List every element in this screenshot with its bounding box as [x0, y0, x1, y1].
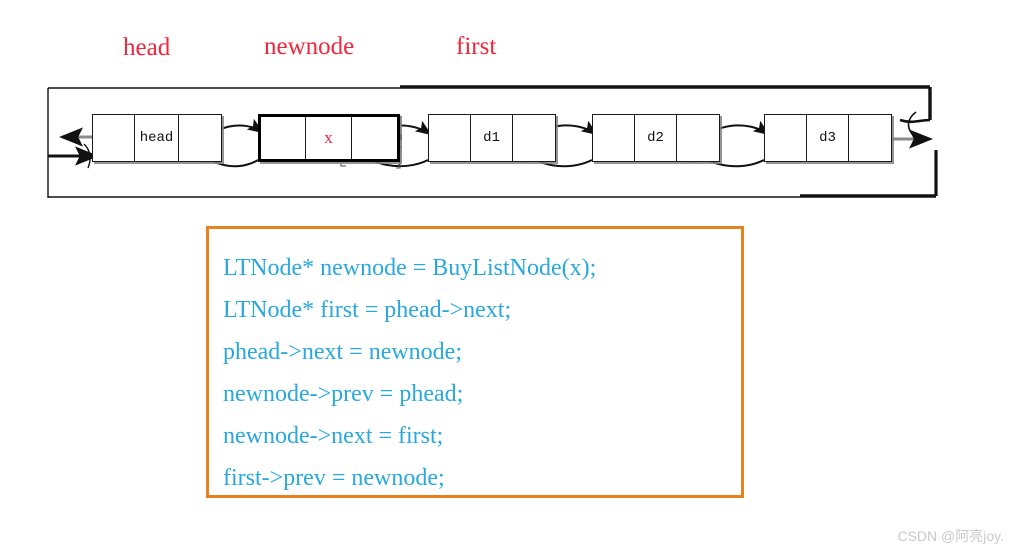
tail-to-head-link	[48, 143, 99, 169]
node-data-cell: x	[306, 117, 353, 159]
node-data-cell: d1	[471, 115, 514, 161]
node-next-cell	[677, 115, 719, 161]
linked-list-diagram: head x d1 d2 d3	[0, 0, 1018, 215]
list-node-newnode: x	[258, 114, 400, 162]
code-line: newnode->next = first;	[223, 423, 444, 449]
node-data-cell: head	[135, 115, 179, 161]
node-data-cell: d2	[635, 115, 678, 161]
code-line: phead->next = newnode;	[223, 339, 462, 365]
node-next-cell	[352, 117, 397, 159]
node-next-cell	[849, 115, 891, 161]
node-prev-cell	[261, 117, 306, 159]
watermark: CSDN @阿亮joy.	[897, 528, 1004, 544]
node-next-cell	[179, 115, 221, 161]
node-next-cell	[513, 115, 555, 161]
code-block: LTNode* newnode = BuyListNode(x); LTNode…	[206, 226, 744, 498]
diagram-canvas	[47, 85, 938, 198]
node-prev-cell	[93, 115, 136, 161]
node-prev-cell	[429, 115, 471, 161]
code-line: newnode->prev = phead;	[223, 381, 464, 407]
code-line: LTNode* first = phead->next;	[223, 297, 512, 323]
node-prev-cell	[765, 115, 807, 161]
list-node-d1: d1	[428, 114, 556, 162]
code-line: first->prev = newnode;	[223, 465, 445, 491]
node-prev-cell	[593, 115, 635, 161]
list-node-d2: d2	[592, 114, 720, 162]
code-line: LTNode* newnode = BuyListNode(x);	[223, 255, 597, 281]
node-data-cell: d3	[807, 115, 850, 161]
list-node-head: head	[92, 114, 222, 162]
list-node-d3: d3	[764, 114, 892, 162]
head-to-tail-link	[899, 111, 931, 135]
